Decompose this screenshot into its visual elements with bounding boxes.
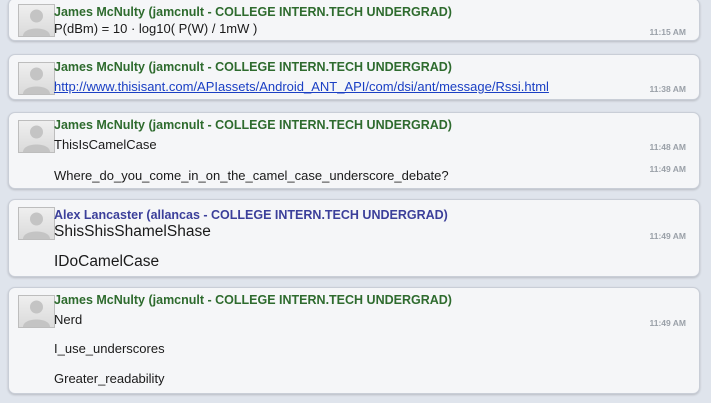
message-text: P(dBm) = 10 · log10( P(W) / 1mW ): [54, 21, 258, 36]
message-card: James McNulty (jamcnult - COLLEGE INTERN…: [8, 112, 700, 189]
default-avatar-icon: [23, 67, 50, 94]
avatar[interactable]: [18, 120, 55, 153]
timestamp: 11:48 AM: [649, 142, 686, 152]
default-avatar-icon: [23, 125, 50, 152]
chat-transcript: James McNulty (jamcnult - COLLEGE INTERN…: [0, 0, 711, 403]
default-avatar-icon: [23, 212, 50, 239]
avatar[interactable]: [18, 295, 55, 328]
timestamp: 11:49 AM: [649, 164, 686, 174]
author-name[interactable]: James McNulty (jamcnult - COLLEGE INTERN…: [54, 293, 452, 307]
author-name[interactable]: James McNulty (jamcnult - COLLEGE INTERN…: [54, 118, 452, 132]
author-name[interactable]: Alex Lancaster (allancas - COLLEGE INTER…: [54, 208, 448, 222]
default-avatar-icon: [23, 300, 50, 327]
message-text: IDoCamelCase: [54, 253, 160, 270]
timestamp: 11:49 AM: [649, 231, 686, 241]
message-text: Where_do_you_come_in_on_the_camel_case_u…: [54, 168, 449, 183]
message-card: James McNulty (jamcnult - COLLEGE INTERN…: [8, 287, 700, 394]
message-text: Greater_readability: [54, 371, 165, 386]
message-card: James McNulty (jamcnult - COLLEGE INTERN…: [8, 54, 700, 100]
avatar[interactable]: [18, 4, 55, 37]
message-link[interactable]: http://www.thisisant.com/APIassets/Andro…: [54, 79, 549, 94]
avatar[interactable]: [18, 207, 55, 240]
message-text: ShisShisShamelShase: [54, 223, 211, 240]
avatar[interactable]: [18, 62, 55, 95]
message-text: I_use_underscores: [54, 341, 165, 356]
author-name[interactable]: James McNulty (jamcnult - COLLEGE INTERN…: [54, 60, 452, 74]
default-avatar-icon: [23, 9, 50, 36]
author-name[interactable]: James McNulty (jamcnult - COLLEGE INTERN…: [54, 5, 452, 19]
timestamp: 11:49 AM: [649, 318, 686, 328]
message-card: James McNulty (jamcnult - COLLEGE INTERN…: [8, 0, 700, 41]
message-text: ThisIsCamelCase: [54, 137, 157, 152]
message-card: Alex Lancaster (allancas - COLLEGE INTER…: [8, 199, 700, 277]
timestamp: 11:38 AM: [649, 84, 686, 94]
message-text: Nerd: [54, 312, 83, 327]
timestamp: 11:15 AM: [649, 27, 686, 37]
